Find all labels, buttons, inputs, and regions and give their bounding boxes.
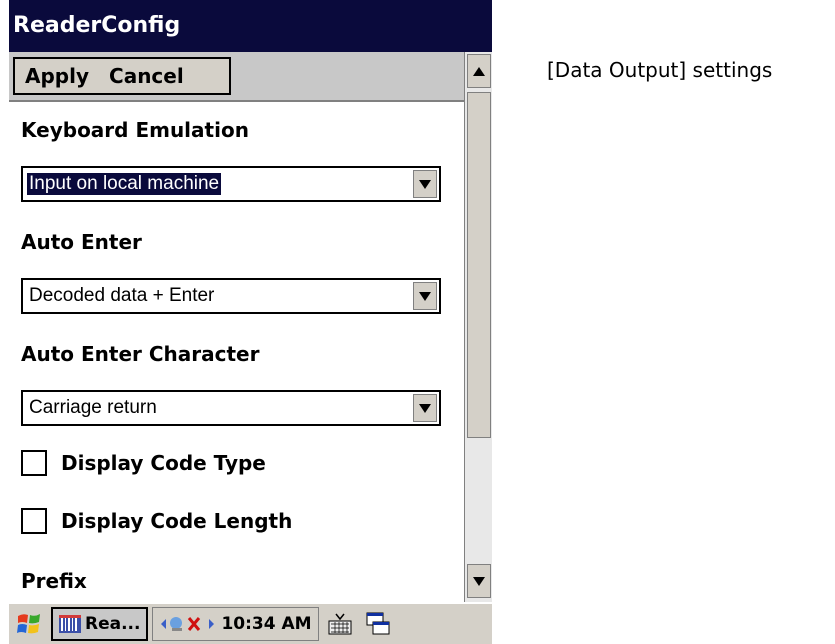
window-title: ReaderConfig — [9, 0, 492, 52]
display-code-type-checkbox[interactable] — [21, 450, 47, 476]
command-bar: Apply Cancel — [9, 52, 464, 102]
auto-enter-dropdown-button[interactable] — [413, 282, 437, 310]
clock[interactable]: 10:34 AM — [221, 614, 311, 634]
menu-group: Apply Cancel — [13, 57, 231, 95]
auto-enter-value: Decoded data + Enter — [29, 285, 215, 306]
scroll-thumb[interactable] — [467, 92, 491, 438]
auto-enter-character-select[interactable]: Carriage return — [21, 390, 441, 426]
auto-enter-label: Auto Enter — [21, 230, 142, 254]
taskbar-task-label: Rea... — [85, 614, 141, 634]
cancel-button[interactable]: Cancel — [99, 64, 194, 88]
keyboard-emulation-dropdown-button[interactable] — [413, 170, 437, 198]
vertical-scrollbar[interactable] — [464, 52, 492, 602]
barcode-icon — [59, 615, 81, 633]
keyboard-emulation-select[interactable]: Input on local machine — [21, 166, 441, 202]
scroll-down-button[interactable] — [467, 564, 491, 598]
display-code-length-checkbox[interactable] — [21, 508, 47, 534]
taskbar-reader-config[interactable]: Rea... — [51, 607, 149, 641]
input-panel-button[interactable] — [323, 607, 357, 641]
device-screen: ReaderConfig Apply Cancel Keyboard Emula… — [9, 0, 492, 644]
taskbar: Rea... 10:34 AM — [9, 602, 492, 644]
show-desktop-button[interactable] — [361, 607, 395, 641]
display-code-length-label: Display Code Length — [61, 509, 293, 533]
keyboard-emulation-value: Input on local machine — [25, 172, 223, 196]
desktop-windows-icon — [366, 612, 390, 635]
keyboard-icon — [328, 613, 352, 635]
scroll-up-button[interactable] — [467, 54, 491, 88]
auto-enter-character-label: Auto Enter Character — [21, 342, 260, 366]
apply-button[interactable]: Apply — [15, 64, 99, 88]
annotation-label: [Data Output] settings — [547, 58, 773, 82]
arrow-down-icon — [473, 576, 485, 586]
display-code-length-row[interactable]: Display Code Length — [21, 508, 292, 534]
arrow-up-icon — [473, 66, 485, 76]
settings-panel: Keyboard Emulation Input on local machin… — [9, 104, 464, 602]
chevron-down-icon — [419, 291, 431, 301]
prefix-label: Prefix — [21, 569, 87, 593]
display-code-type-label: Display Code Type — [61, 451, 266, 475]
chevron-down-icon — [419, 179, 431, 189]
chevron-down-icon — [419, 403, 431, 413]
network-status-icon[interactable] — [159, 612, 217, 636]
display-code-type-row[interactable]: Display Code Type — [21, 450, 266, 476]
keyboard-emulation-label: Keyboard Emulation — [21, 118, 249, 142]
auto-enter-select[interactable]: Decoded data + Enter — [21, 278, 441, 314]
auto-enter-character-dropdown-button[interactable] — [413, 394, 437, 422]
auto-enter-character-value: Carriage return — [29, 397, 157, 418]
system-tray: 10:34 AM — [152, 607, 319, 641]
windows-flag-icon — [17, 614, 40, 634]
start-button[interactable] — [11, 606, 47, 642]
